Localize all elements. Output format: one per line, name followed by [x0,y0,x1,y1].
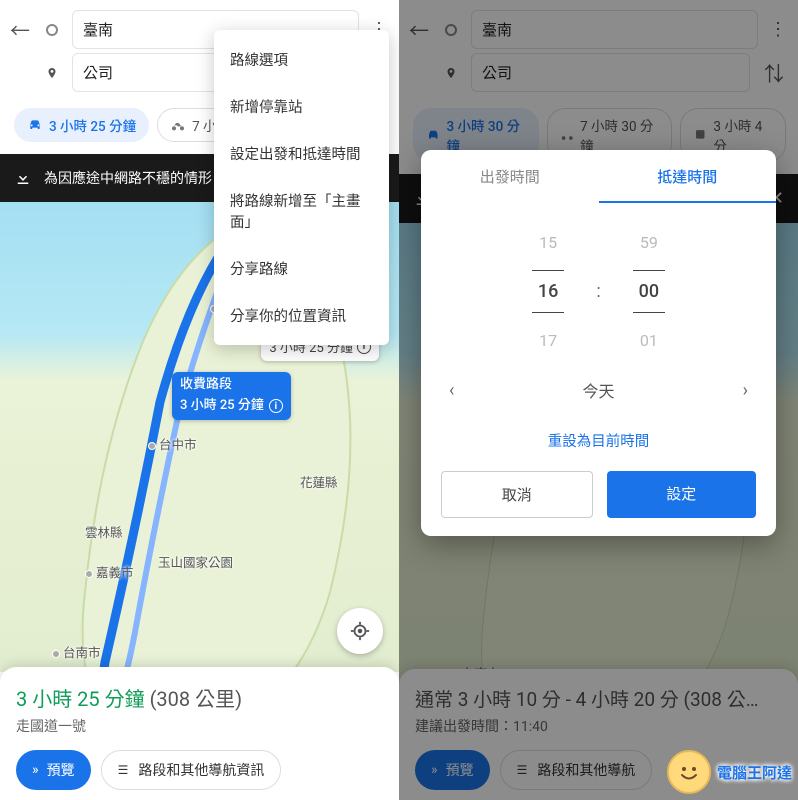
hour-prev[interactable]: 15 [539,233,557,252]
download-icon [14,169,32,187]
minute-next[interactable]: 01 [640,331,658,350]
my-location-button[interactable] [337,608,383,654]
city-chiayi: 嘉義市 [85,562,134,581]
menu-share-location[interactable]: 分享你的位置資訊 [214,292,389,339]
menu-share-route[interactable]: 分享路線 [214,245,389,292]
destination-marker-icon [46,67,58,79]
back-icon[interactable]: ← [8,15,32,44]
bottom-sheet[interactable]: 3 小時 25 分鐘 (308 公里) 走國道一號 預覽 路段和其他導航資訊 [0,667,399,800]
steps-button[interactable]: 路段和其他導航資訊 [101,750,282,790]
overflow-menu: 路線選項 新增停靠站 設定出發和抵達時間 將路線新增至「主畫面」 分享路線 分享… [214,30,389,345]
tab-arrive-time[interactable]: 抵達時間 [599,150,777,203]
time-picker[interactable]: 15 16 17 : 59 00 01 [421,203,776,370]
preview-button[interactable]: 預覽 [16,750,91,790]
menu-route-options[interactable]: 路線選項 [214,36,389,83]
chip-car-label: 3 小時 25 分鐘 [49,115,136,135]
set-button[interactable]: 設定 [607,471,757,518]
list-icon [118,762,131,778]
tab-depart-time[interactable]: 出發時間 [421,150,599,203]
city-yunlin: 雲林縣 [85,522,123,541]
banner-text: 為因應途中網路不穩的情形 [44,168,212,188]
cancel-button[interactable]: 取消 [441,471,593,518]
menu-add-to-home[interactable]: 將路線新增至「主畫面」 [214,177,389,245]
city-hualien: 花蓮縣 [300,472,338,491]
left-screenshot: ← 臺南 ⋮ 公司 3 小時 25 分鐘 7 小時 為因應途中網路不穩的情形 [0,0,399,800]
watermark-title: 電腦王阿達 [717,764,792,782]
reset-to-now[interactable]: 重設為目前時間 [421,410,776,459]
city-tainan: 台南市 [52,642,101,661]
watermark: 電腦王阿達 [667,750,792,794]
time-picker-modal: 出發時間 抵達時間 15 16 17 : 59 00 01 ‹ 今天 › 重設為… [421,150,776,536]
chip-car[interactable]: 3 小時 25 分鐘 [14,108,149,142]
minute-current[interactable]: 00 [633,270,665,313]
sheet-title: 3 小時 25 分鐘 (308 公里) [16,683,383,712]
city-taichung: 台中市 [148,434,197,453]
menu-set-depart-arrive[interactable]: 設定出發和抵達時間 [214,130,389,177]
mascot-icon [667,750,711,794]
minute-prev[interactable]: 59 [640,233,658,252]
info-icon: i [269,399,283,413]
next-day-button[interactable]: › [743,380,748,401]
label-yushan: 玉山國家公園 [158,552,233,571]
hour-next[interactable]: 17 [539,331,557,350]
prev-day-button[interactable]: ‹ [449,380,454,401]
menu-add-stop[interactable]: 新增停靠站 [214,83,389,130]
right-screenshot: ← 臺南 ⋮ 公司 ⇅ 3 小時 30 分鐘 7 小時 30 分鐘 3 小時 4… [399,0,798,800]
date-label: 今天 [582,378,614,402]
sheet-subtitle: 走國道一號 [16,716,383,736]
route-pill-primary[interactable]: 收費路段 3 小時 25 分鐘i [172,372,291,420]
origin-marker-icon [46,24,58,36]
hour-current[interactable]: 16 [532,270,564,313]
